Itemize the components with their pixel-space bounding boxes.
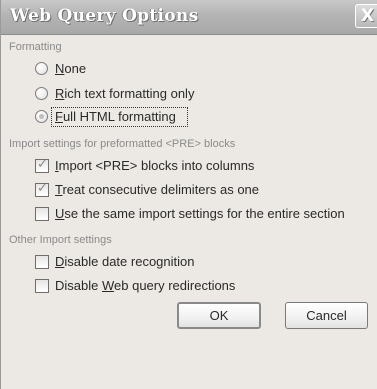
close-icon: X xyxy=(361,6,375,26)
pre-import-group-label: Import settings for preformatted <PRE> b… xyxy=(9,138,236,150)
checkmark-icon: ✓ xyxy=(37,181,48,196)
radio-none-label: None xyxy=(55,61,87,76)
checkbox-same-import-settings-label: Use the same import settings for the ent… xyxy=(55,206,345,221)
checkbox-consecutive-delimiters-label: Treat consecutive delimiters as one xyxy=(55,182,260,197)
title-bar[interactable]: Web Query Options X xyxy=(1,0,377,35)
focus-rectangle xyxy=(51,107,188,127)
radio-button[interactable] xyxy=(35,87,48,100)
checkmark-icon: ✓ xyxy=(37,157,48,172)
web-query-options-dialog: Web Query Options X Formatting None Rich… xyxy=(0,0,377,389)
checkbox[interactable] xyxy=(35,279,49,293)
radio-button[interactable] xyxy=(35,62,48,75)
checkbox-disable-web-query-redirections-label: Disable Web query redirections xyxy=(55,278,236,293)
checkbox[interactable]: ✓ xyxy=(35,181,49,197)
checkbox[interactable] xyxy=(35,255,49,269)
checkbox-disable-date-recognition-label: Disable date recognition xyxy=(55,254,195,269)
other-import-group-label: Other Import settings xyxy=(9,234,112,246)
checkbox[interactable]: ✓ xyxy=(35,157,49,173)
radio-button-selected[interactable] xyxy=(35,110,48,123)
ok-button[interactable]: OK xyxy=(177,302,261,329)
close-button[interactable]: X xyxy=(355,4,377,28)
radio-rich-text-label: Rich text formatting only xyxy=(55,86,195,101)
checkbox[interactable] xyxy=(35,207,49,221)
checkbox-import-pre-columns-label: Import <PRE> blocks into columns xyxy=(55,158,255,173)
dialog-title: Web Query Options xyxy=(10,6,199,26)
cancel-button[interactable]: Cancel xyxy=(285,302,368,329)
formatting-group-label: Formatting xyxy=(9,41,62,53)
